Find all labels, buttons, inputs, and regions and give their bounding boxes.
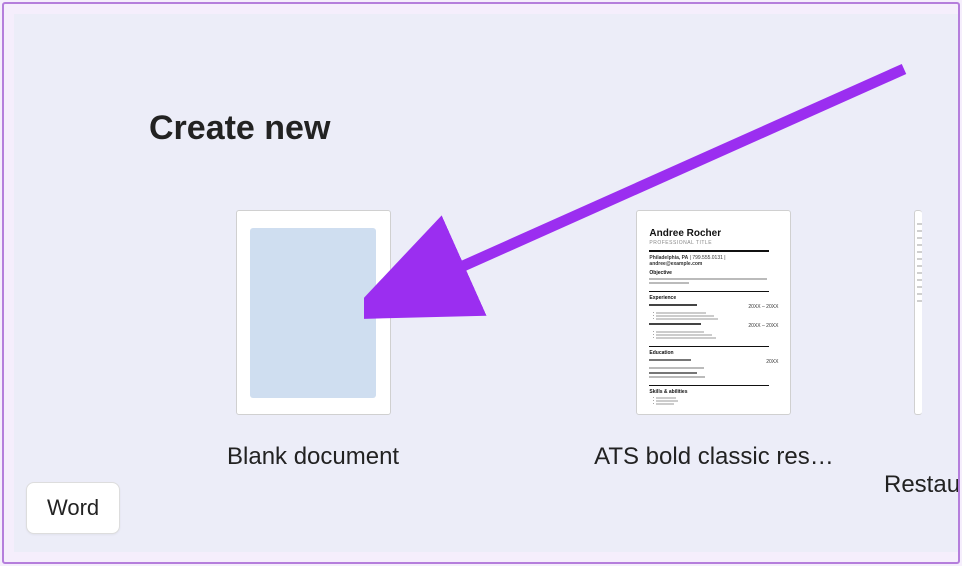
divider	[649, 385, 769, 386]
resume-section-skills: Skills & abilities	[649, 389, 778, 395]
bullet-group	[649, 331, 778, 339]
blank-document-icon	[250, 228, 376, 398]
template-label: Blank document	[227, 443, 399, 471]
templates-row: Blank document Andree Rocher PROFESSIONA…	[227, 210, 834, 471]
template-blank-document[interactable]: Blank document	[227, 210, 399, 471]
resume-section-objective: Objective	[649, 270, 778, 276]
resume-contact-email: andree@example.com	[649, 261, 702, 267]
template-label: Restau	[884, 471, 960, 499]
resume-section-experience: Experience	[649, 295, 778, 301]
word-tab[interactable]: Word	[26, 482, 120, 534]
divider	[649, 346, 769, 347]
slice-stripes	[917, 223, 922, 302]
template-thumbnail-resume: Andree Rocher PROFESSIONAL TITLE Philade…	[636, 210, 791, 415]
bullet-group	[649, 312, 778, 320]
resume-preview-name: Andree Rocher	[649, 228, 778, 239]
template-thumbnail-cutoff	[914, 210, 922, 415]
resume-lines	[649, 367, 778, 369]
template-restaurant-cutoff[interactable]: Restau	[914, 210, 922, 415]
bullet-group	[649, 397, 778, 405]
word-tab-label: Word	[47, 495, 99, 520]
resume-row: 20XX – 20XX	[649, 304, 778, 310]
resume-preview: Andree Rocher PROFESSIONAL TITLE Philade…	[649, 228, 778, 398]
template-thumbnail-blank	[236, 210, 391, 415]
resume-preview-contact: Philadelphia, PA | 799.555.0131 | andree…	[649, 255, 778, 267]
template-ats-resume[interactable]: Andree Rocher PROFESSIONAL TITLE Philade…	[594, 210, 834, 471]
resume-section-education: Education	[649, 350, 778, 356]
screenshot-frame: Create new Blank document Andree Rocher …	[2, 2, 960, 564]
resume-preview-subtitle: PROFESSIONAL TITLE	[649, 240, 778, 246]
template-label: ATS bold classic res…	[594, 443, 834, 471]
divider	[649, 250, 769, 252]
create-new-heading: Create new	[149, 109, 330, 148]
resume-lines	[649, 278, 778, 284]
resume-lines	[649, 372, 778, 378]
start-panel: Create new Blank document Andree Rocher …	[14, 14, 958, 552]
resume-row: 20XX	[649, 359, 778, 365]
resume-row: 20XX – 20XX	[649, 323, 778, 329]
divider	[649, 291, 769, 292]
